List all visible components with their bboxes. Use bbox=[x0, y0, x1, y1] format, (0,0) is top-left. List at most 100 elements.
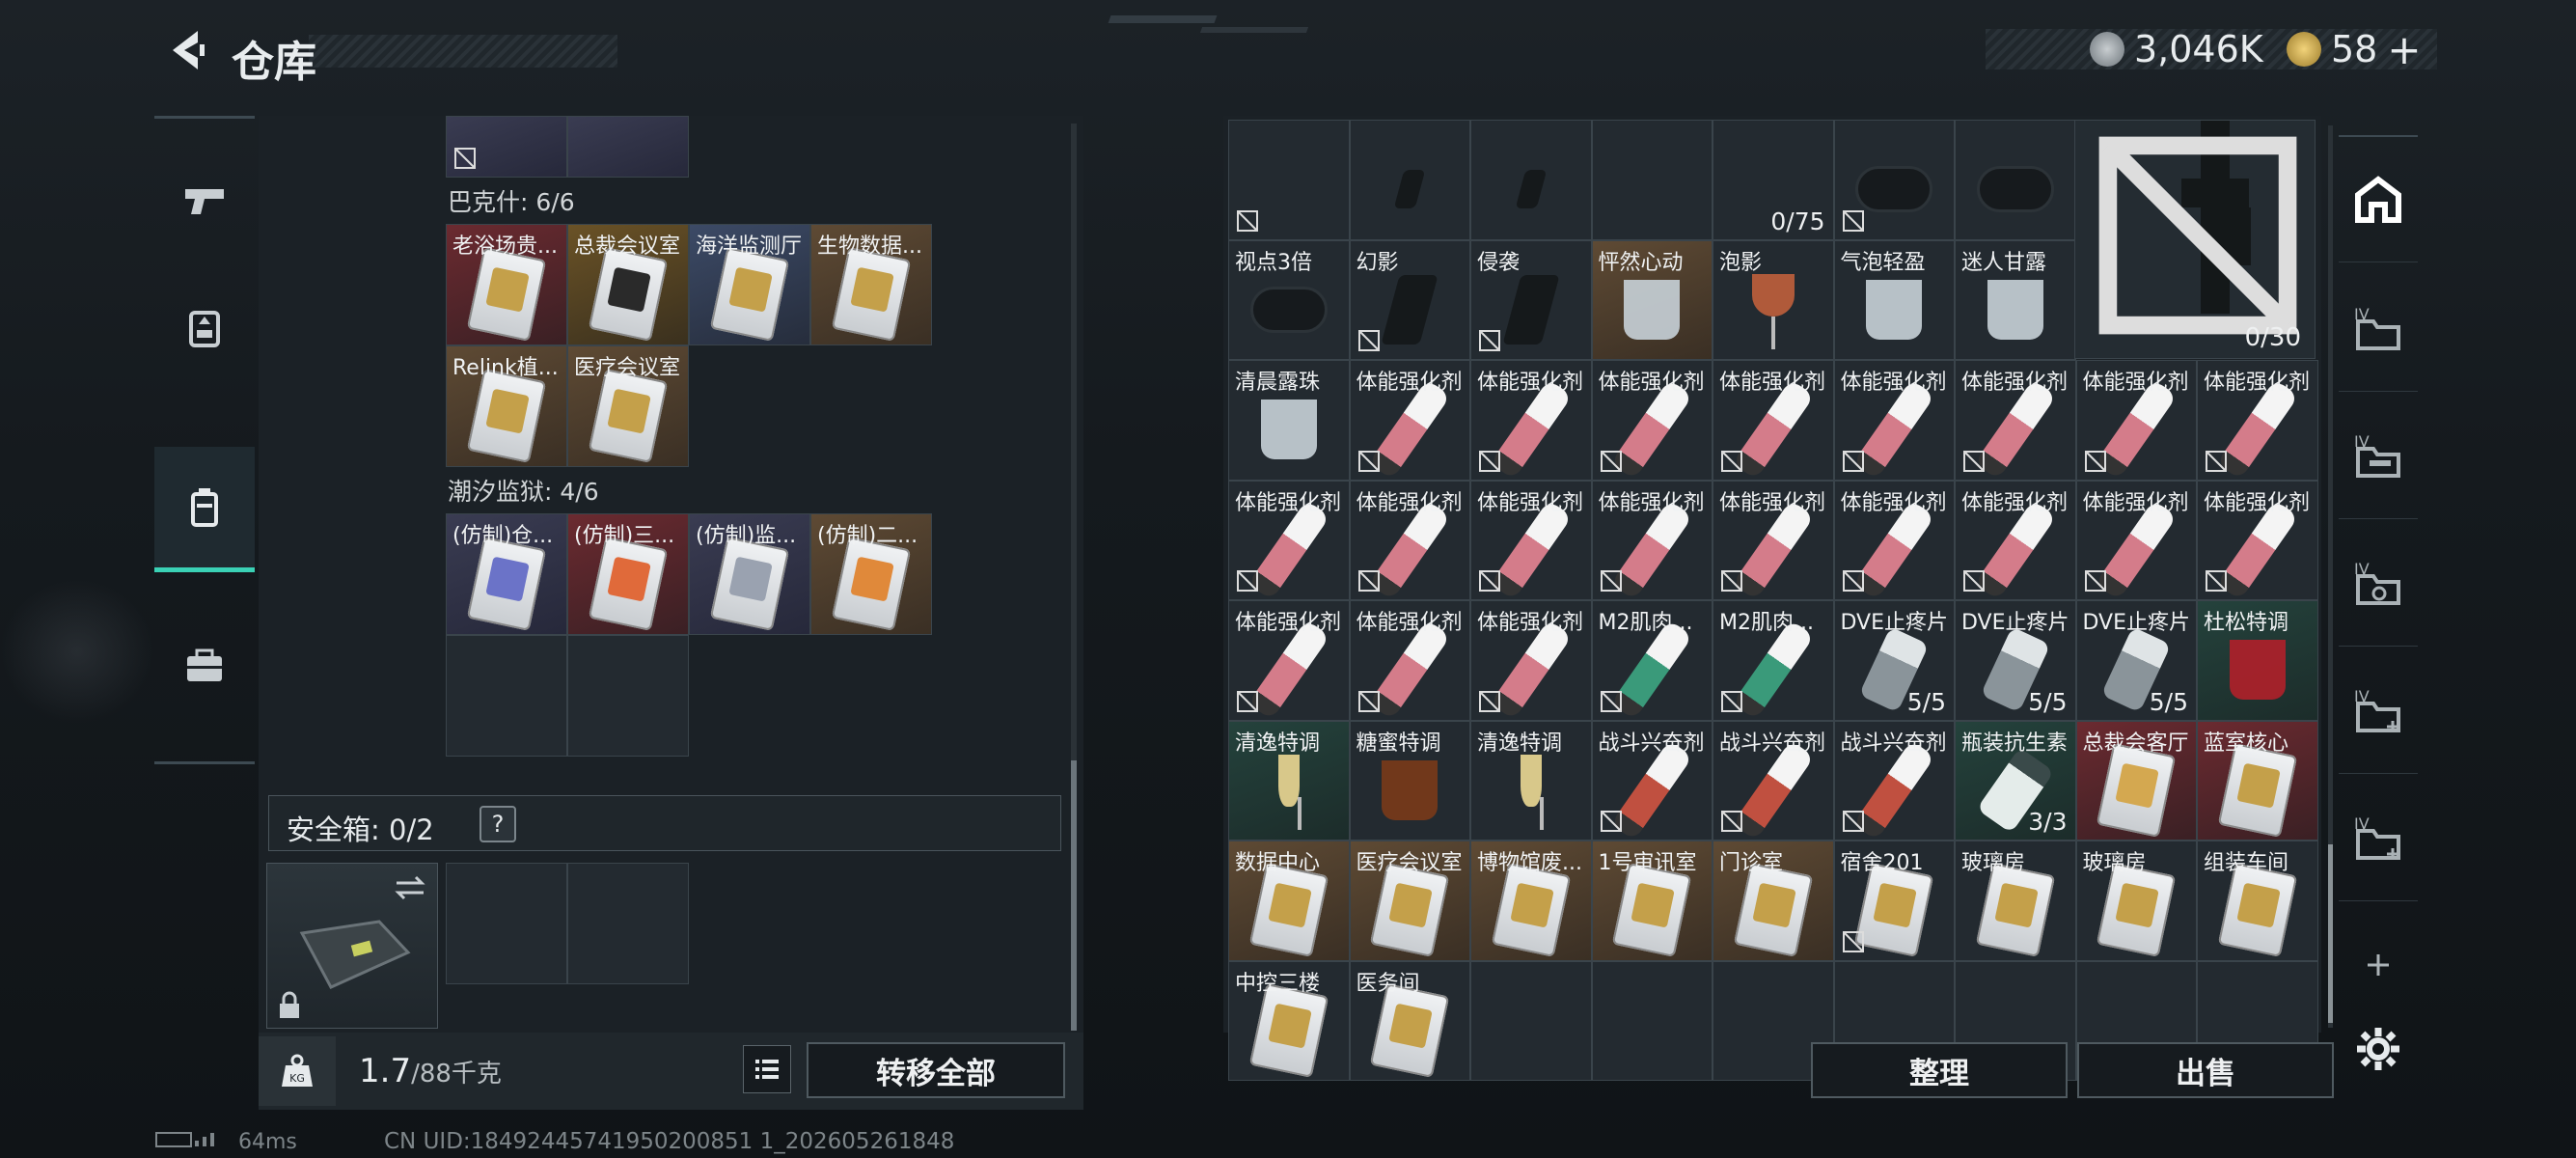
item-cell[interactable]: 0/75 bbox=[1713, 120, 1834, 240]
item-cell[interactable] bbox=[1470, 120, 1592, 240]
right-scrollbar[interactable] bbox=[2328, 125, 2333, 1028]
item-cell[interactable]: 医疗会议室 bbox=[567, 345, 689, 467]
item-cell[interactable] bbox=[1833, 120, 1955, 240]
gold-currency[interactable]: 58 + bbox=[2287, 26, 2422, 73]
item-cell[interactable]: 清逸特调 bbox=[1228, 720, 1350, 841]
item-cell[interactable] bbox=[446, 116, 567, 178]
help-button[interactable]: ? bbox=[480, 806, 516, 842]
safe-box-cell[interactable] bbox=[446, 863, 567, 984]
list-view-button[interactable] bbox=[743, 1045, 791, 1093]
large-weapon-item[interactable]: 0/30 bbox=[2074, 120, 2316, 359]
item-cell[interactable]: 门诊室 bbox=[1713, 841, 1834, 961]
item-cell[interactable]: 体能强化剂 bbox=[2075, 360, 2197, 481]
item-cell[interactable]: 体能强化剂 bbox=[1349, 480, 1470, 600]
tab-gear[interactable] bbox=[154, 265, 255, 391]
item-cell[interactable]: 博物馆废... bbox=[1470, 841, 1592, 961]
item-cell[interactable]: 怦然心动 bbox=[1591, 239, 1713, 360]
tab-folder-add[interactable]: IV bbox=[2339, 647, 2418, 774]
item-cell[interactable]: 体能强化剂 bbox=[1591, 360, 1713, 481]
item-cell[interactable]: Relink植... bbox=[446, 345, 567, 467]
item-cell[interactable]: DVE止疼片 5/5 bbox=[1833, 600, 1955, 721]
tab-consumables[interactable] bbox=[154, 447, 255, 572]
item-cell[interactable]: 泡影 bbox=[1713, 239, 1834, 360]
item-cell[interactable]: 体能强化剂 bbox=[1228, 480, 1350, 600]
item-cell[interactable] bbox=[1228, 120, 1350, 240]
item-cell[interactable]: 体能强化剂 bbox=[2197, 480, 2318, 600]
empty-slot[interactable] bbox=[1470, 960, 1592, 1081]
item-cell[interactable] bbox=[1591, 120, 1713, 240]
item-cell[interactable]: 玻璃房 bbox=[1955, 841, 2076, 961]
add-icon[interactable]: + bbox=[2387, 26, 2421, 73]
back-button[interactable] bbox=[154, 21, 222, 79]
sort-button[interactable]: 整理 bbox=[1811, 1042, 2068, 1098]
item-cell[interactable]: 1号审讯室 bbox=[1591, 841, 1713, 961]
item-cell[interactable]: 战斗兴奋剂 bbox=[1713, 720, 1834, 841]
item-cell[interactable]: 瓶装抗生素 3/3 bbox=[1955, 720, 2076, 841]
item-cell[interactable]: 总裁会客厅 bbox=[2075, 720, 2197, 841]
item-cell[interactable]: 医疗会议室 bbox=[1349, 841, 1470, 961]
add-tab-button[interactable] bbox=[2339, 901, 2418, 1029]
item-cell[interactable]: 老浴场贵... bbox=[446, 224, 567, 345]
item-cell[interactable]: 体能强化剂 bbox=[1955, 480, 2076, 600]
item-cell[interactable]: 体能强化剂 bbox=[1833, 480, 1955, 600]
item-cell[interactable]: 迷人甘露 bbox=[1955, 239, 2076, 360]
tab-folder-4[interactable]: IV bbox=[2339, 264, 2418, 392]
item-cell[interactable]: 宿舍201 bbox=[1833, 841, 1955, 961]
item-cell[interactable]: 体能强化剂 bbox=[1591, 480, 1713, 600]
item-cell[interactable]: 体能强化剂 bbox=[1349, 360, 1470, 481]
item-cell[interactable]: 体能强化剂 bbox=[1349, 600, 1470, 721]
item-cell[interactable]: (仿制)二... bbox=[810, 513, 932, 635]
tab-folder-add-2[interactable]: IV bbox=[2339, 774, 2418, 901]
item-cell[interactable]: 蓝室核心 bbox=[2197, 720, 2318, 841]
scroll-thumb[interactable] bbox=[1071, 760, 1077, 1031]
item-cell[interactable]: 气泡轻盈 bbox=[1833, 239, 1955, 360]
item-cell[interactable] bbox=[1349, 120, 1470, 240]
item-cell[interactable] bbox=[1955, 120, 2076, 240]
item-cell[interactable] bbox=[567, 116, 689, 178]
item-cell[interactable]: 体能强化剂 bbox=[1713, 480, 1834, 600]
tab-folder-gun[interactable]: IV bbox=[2339, 392, 2418, 519]
item-cell[interactable]: 杜松特调 bbox=[2197, 600, 2318, 721]
item-cell[interactable]: 战斗兴奋剂 bbox=[1833, 720, 1955, 841]
item-cell[interactable]: 总裁会议室 bbox=[567, 224, 689, 345]
item-cell[interactable]: DVE止疼片 5/5 bbox=[2075, 600, 2197, 721]
item-cell[interactable]: 体能强化剂 bbox=[1228, 600, 1350, 721]
item-cell[interactable]: 清逸特调 bbox=[1470, 720, 1592, 841]
safe-box-cell[interactable] bbox=[567, 863, 689, 984]
tab-tools[interactable] bbox=[154, 603, 255, 729]
tab-folder-search[interactable]: IV bbox=[2339, 519, 2418, 647]
tab-warehouse-main[interactable] bbox=[2339, 137, 2418, 262]
item-cell[interactable]: 糖蜜特调 bbox=[1349, 720, 1470, 841]
scroll-thumb[interactable] bbox=[2328, 844, 2333, 1023]
item-cell[interactable]: 视点3倍 bbox=[1228, 239, 1350, 360]
item-cell[interactable]: 体能强化剂 bbox=[1955, 360, 2076, 481]
safe-box-slot[interactable] bbox=[266, 863, 438, 1029]
item-cell[interactable]: M2肌肉... bbox=[1591, 600, 1713, 721]
empty-slot[interactable] bbox=[567, 635, 689, 757]
item-cell[interactable]: 玻璃房 bbox=[2075, 841, 2197, 961]
item-cell[interactable]: 体能强化剂 bbox=[1833, 360, 1955, 481]
transfer-all-button[interactable]: 转移全部 bbox=[807, 1042, 1065, 1098]
item-cell[interactable]: 体能强化剂 bbox=[2197, 360, 2318, 481]
item-cell[interactable]: 海洋监测厅 bbox=[689, 224, 810, 345]
item-cell[interactable]: 组装车间 bbox=[2197, 841, 2318, 961]
sell-button[interactable]: 出售 bbox=[2077, 1042, 2334, 1098]
empty-slot[interactable] bbox=[446, 635, 567, 757]
swap-icon[interactable] bbox=[393, 873, 427, 902]
item-cell[interactable]: M2肌肉... bbox=[1713, 600, 1834, 721]
item-cell[interactable]: DVE止疼片 5/5 bbox=[1955, 600, 2076, 721]
empty-slot[interactable] bbox=[1591, 960, 1713, 1081]
item-cell[interactable]: 中控三楼 bbox=[1228, 960, 1350, 1081]
item-cell[interactable]: (仿制)监... bbox=[689, 513, 810, 635]
tab-weapons[interactable] bbox=[154, 138, 255, 263]
item-cell[interactable]: 战斗兴奋剂 bbox=[1591, 720, 1713, 841]
item-cell[interactable]: 体能强化剂 bbox=[1713, 360, 1834, 481]
item-cell[interactable]: 医务间 bbox=[1349, 960, 1470, 1081]
item-cell[interactable]: 生物数据... bbox=[810, 224, 932, 345]
item-cell[interactable]: (仿制)仓... bbox=[446, 513, 567, 635]
item-cell[interactable]: 侵袭 bbox=[1470, 239, 1592, 360]
item-cell[interactable]: 体能强化剂 bbox=[2075, 480, 2197, 600]
item-cell[interactable]: 幻影 bbox=[1349, 239, 1470, 360]
item-cell[interactable]: (仿制)三... bbox=[567, 513, 689, 635]
item-cell[interactable]: 数据中心 bbox=[1228, 841, 1350, 961]
